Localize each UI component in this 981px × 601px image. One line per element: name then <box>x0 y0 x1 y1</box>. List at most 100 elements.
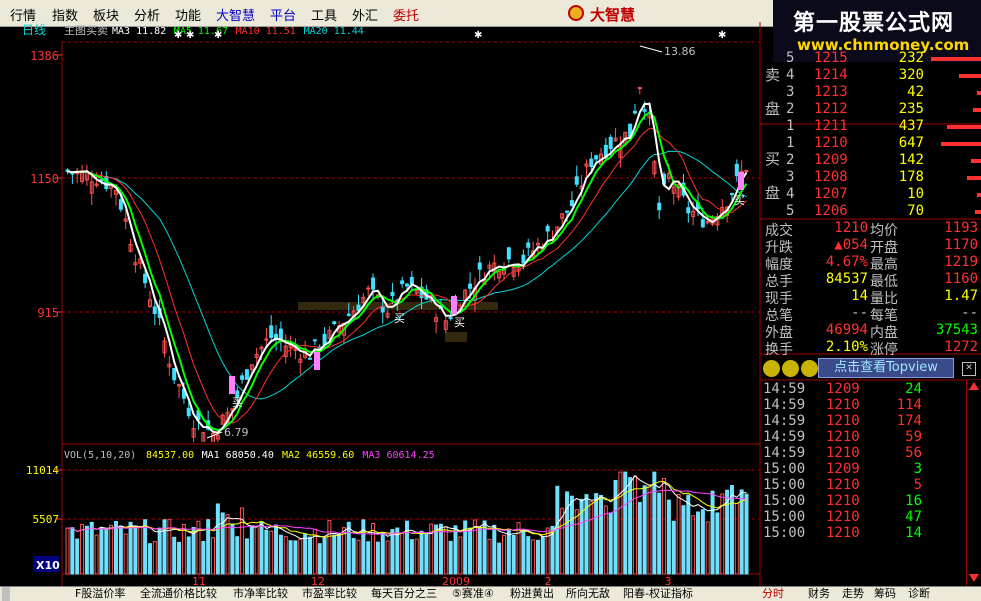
tick-time: 14:59 <box>763 429 806 445</box>
volume-bar <box>181 523 186 575</box>
topview-button[interactable]: 点击查看Topview <box>818 358 954 378</box>
scroll-up-icon[interactable] <box>969 382 979 390</box>
tab-formula-2[interactable]: 全流通价格比较 <box>140 587 217 601</box>
close-icon[interactable]: ✕ <box>962 362 976 376</box>
volume-legend: 84537.00 <box>146 450 194 461</box>
tick-volume: 24 <box>905 381 922 397</box>
candle-body <box>734 163 739 177</box>
tab-diagnosis[interactable]: 诊断 <box>908 587 930 601</box>
tab-formula-9[interactable]: 阳春-权证指标 <box>623 587 693 601</box>
candle-body <box>608 136 613 150</box>
tab-formula-8[interactable]: 所向无敌 <box>566 587 610 601</box>
volume-bar <box>710 490 715 575</box>
candle-body <box>269 325 274 338</box>
volume-bar <box>603 505 608 575</box>
sell-volume: 235 <box>898 101 924 117</box>
volume-bar <box>215 503 220 575</box>
volume-bar <box>700 509 705 575</box>
circle-button-2[interactable] <box>782 360 799 377</box>
scroll-down-icon[interactable] <box>969 574 979 582</box>
volume-bar <box>89 521 94 575</box>
volume-bar <box>269 530 274 575</box>
stat-label: 换手 <box>765 342 793 358</box>
volume-bar <box>157 527 162 575</box>
candle-body <box>632 110 637 114</box>
volume-bar <box>283 536 288 575</box>
tick-price: 1210 <box>826 493 860 509</box>
volume-bar <box>211 537 215 575</box>
candle-body <box>308 357 312 360</box>
volume-bar <box>691 515 696 575</box>
ma5-line <box>67 110 748 432</box>
buy-price: 1209 <box>814 152 848 168</box>
volume-legend: MA1 68050.40 <box>202 450 274 461</box>
buy-signal-label: 买 <box>454 316 465 329</box>
buy-price: 1210 <box>814 135 848 151</box>
volume-bar <box>594 493 599 575</box>
watermark-title: 第一股票公式网 <box>793 11 955 36</box>
price-axis-tick: 1386 <box>30 49 59 63</box>
volume-bar <box>492 524 497 575</box>
volume-bar <box>405 520 409 575</box>
price-axis-tick: 915 <box>37 306 59 320</box>
candle-body <box>371 277 376 290</box>
candle-body <box>637 87 642 90</box>
tab-finance[interactable]: 财务 <box>808 587 830 601</box>
sell-depth-bar <box>931 57 981 61</box>
volume-bar <box>487 538 492 575</box>
legend-ma3: MA3 11.82 <box>112 26 166 37</box>
tab-trend[interactable]: 走势 <box>842 587 864 601</box>
volume-bar <box>734 502 739 575</box>
volume-bar <box>366 541 371 575</box>
tab-formula-4[interactable]: 市盈率比较 <box>302 587 357 601</box>
volume-bar <box>288 540 293 575</box>
candle-body <box>468 283 473 289</box>
volume-bar <box>448 540 453 575</box>
tab-intraday[interactable]: 分时 <box>762 587 784 601</box>
circle-button-1[interactable] <box>763 360 780 377</box>
signal-star-icon: ✱ <box>186 30 194 41</box>
buy-level: 2 <box>786 152 795 168</box>
tab-formula-1[interactable]: F股溢价率 <box>75 587 125 601</box>
stat-value: 1193 <box>944 220 978 236</box>
tab-scroll-left-icon[interactable] <box>2 587 10 601</box>
volume-bar <box>278 534 283 575</box>
volume-bar <box>375 541 380 575</box>
date-axis-tick: 2 <box>545 575 552 586</box>
tick-volume: 59 <box>905 429 922 445</box>
volume-bar <box>540 535 545 575</box>
volume-bar <box>453 525 458 575</box>
volume-bar <box>400 532 405 575</box>
stat-value: 84537 <box>825 271 868 287</box>
volume-bar <box>337 533 342 575</box>
volume-bar <box>618 471 623 575</box>
tick-volume: 56 <box>905 445 922 461</box>
candle-body <box>405 283 409 287</box>
tab-formula-6[interactable]: ⑤赛准④ <box>452 587 494 601</box>
highlight-candle <box>314 352 320 370</box>
tab-formula-5[interactable]: 每天百分之三 <box>371 587 437 601</box>
circle-button-3[interactable] <box>801 360 818 377</box>
buy-price: 1206 <box>814 203 848 219</box>
tab-formula-7[interactable]: 粉进黄出 <box>510 587 554 601</box>
volume-bar <box>99 527 104 575</box>
tab-chips[interactable]: 筹码 <box>874 587 896 601</box>
buy-volume: 70 <box>907 203 924 219</box>
candle-body <box>332 321 337 325</box>
candle-body <box>526 242 531 248</box>
volume-bar <box>346 521 351 575</box>
volume-bar <box>662 477 667 575</box>
indicator-title: 主图买卖 <box>64 24 108 37</box>
tick-scrollbar[interactable] <box>966 380 981 586</box>
tick-time: 14:59 <box>763 381 806 397</box>
volume-bar <box>201 540 206 575</box>
stat-value: 1.47 <box>944 288 978 304</box>
buy-price: 1208 <box>814 169 848 185</box>
stat-value: ▲054 <box>834 237 868 253</box>
candle-body <box>240 375 245 380</box>
volume-bar <box>696 511 700 575</box>
tab-formula-3[interactable]: 市净率比较 <box>233 587 288 601</box>
sell-volume: 232 <box>898 50 924 66</box>
tick-price: 1210 <box>826 429 860 445</box>
volume-bar <box>535 539 540 575</box>
